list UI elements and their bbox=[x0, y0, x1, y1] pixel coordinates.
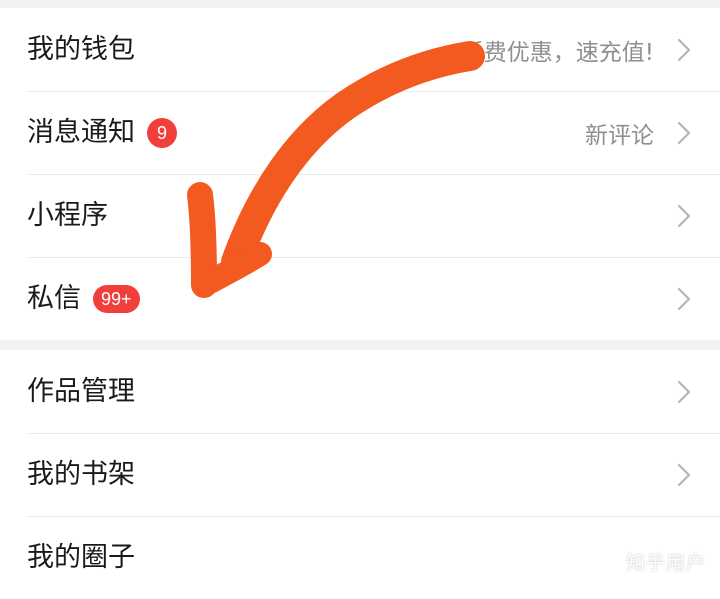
menu-item-label: 小程序 bbox=[27, 200, 108, 231]
menu-item-private-messages[interactable]: 私信 99+ bbox=[0, 257, 720, 340]
unread-badge: 99+ bbox=[93, 284, 140, 313]
menu-item-notifications[interactable]: 消息通知 9 新评论 bbox=[0, 91, 720, 174]
menu-item-works-management[interactable]: 作品管理 bbox=[0, 350, 720, 433]
menu-item-label: 私信 bbox=[27, 283, 81, 314]
chevron-right-icon bbox=[677, 38, 691, 61]
menu-item-label: 我的书架 bbox=[27, 459, 135, 490]
chevron-right-icon bbox=[677, 121, 691, 144]
menu-item-my-circles[interactable]: 我的圈子 bbox=[0, 516, 720, 599]
top-spacer bbox=[0, 0, 720, 8]
menu-item-label: 作品管理 bbox=[27, 376, 135, 407]
chevron-right-icon bbox=[677, 463, 691, 486]
unread-badge: 9 bbox=[147, 117, 177, 148]
menu-item-label: 消息通知 bbox=[27, 117, 135, 148]
menu-item-bookshelf[interactable]: 我的书架 bbox=[0, 433, 720, 516]
menu-group-creator: 作品管理 我的书架 我的圈子 bbox=[0, 350, 720, 599]
menu-item-wallet[interactable]: 我的钱包 话费优惠，速充值! bbox=[0, 8, 720, 91]
menu-item-mini-programs[interactable]: 小程序 bbox=[0, 174, 720, 257]
menu-item-hint: 新评论 bbox=[585, 122, 654, 149]
menu-item-hint: 话费优惠，速充值! bbox=[460, 39, 654, 66]
chevron-right-icon bbox=[677, 287, 691, 310]
menu-item-label: 我的钱包 bbox=[27, 34, 135, 65]
watermark: 知乎用户 bbox=[625, 552, 706, 574]
menu-group-account: 我的钱包 话费优惠，速充值! 消息通知 9 新评论 小程序 私信 99+ bbox=[0, 8, 720, 340]
chevron-right-icon bbox=[677, 204, 691, 227]
chevron-right-icon bbox=[677, 380, 691, 403]
menu-item-label: 我的圈子 bbox=[27, 542, 135, 573]
group-divider bbox=[0, 340, 720, 350]
